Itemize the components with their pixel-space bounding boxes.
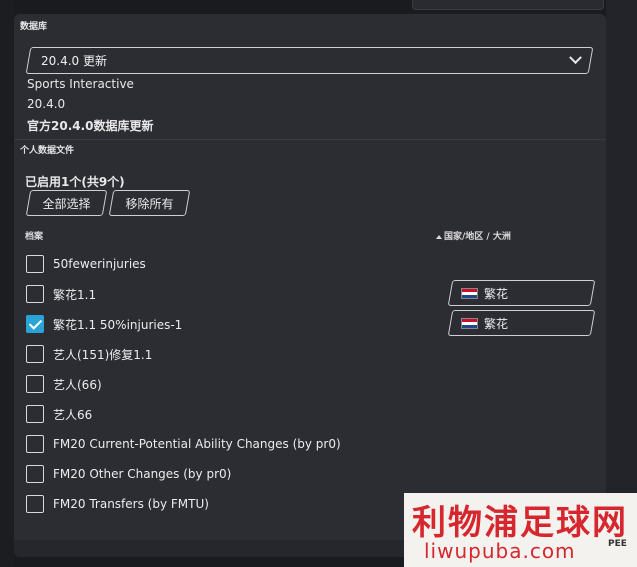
nation-label: 繁花 [484,286,509,301]
chevron-down-icon [569,51,582,65]
sort-up-icon [436,234,442,239]
file-row[interactable]: FM20 Transfers (by FMTU) [26,493,209,515]
watermark-cn-text: 利物浦足球网 [412,503,628,543]
file-label: FM20 Transfers (by FMTU) [53,497,209,511]
netherlands-flag-icon [461,287,478,299]
background-left [0,0,14,567]
column-header-region-label: 国家/地区 / 大洲 [444,232,511,242]
file-label: 繁花1.1 50%injuries-1 [53,317,183,332]
file-checkbox[interactable] [26,465,44,483]
file-checkbox[interactable] [26,405,44,423]
watermark-logo: 利物浦足球网 liwupuba.com PEE [404,493,637,567]
file-label: 艺人(151)修复1.1 [53,347,153,362]
nation-button[interactable]: 繁花 [447,310,596,336]
file-label: 艺人(66) [53,377,102,392]
column-header-region[interactable]: 国家/地区 / 大洲 [436,229,511,242]
database-version-dropdown[interactable]: 20.4.0 更新 [25,47,594,74]
file-row[interactable]: FM20 Other Changes (by pr0) [26,463,231,485]
file-row[interactable]: 繁花1.1 50%injuries-1 [26,313,182,335]
personal-files-section-title: 个人数据文件 [20,146,75,156]
file-row[interactable]: FM20 Current-Potential Ability Changes (… [26,433,341,455]
background-right [606,0,637,567]
enabled-summary: 已启用1个(共9个) [25,175,125,189]
file-label: 繁花1.1 [53,287,97,302]
database-section-title: 数据库 [20,22,48,32]
nation-button[interactable]: 繁花 [447,280,596,306]
watermark-side-text: PEE [608,539,627,549]
file-checkbox-checked[interactable] [26,315,44,333]
nation-label: 繁花 [484,316,509,331]
background-top-button [412,0,604,10]
remove-all-button[interactable]: 移除所有 [108,190,191,216]
file-checkbox[interactable] [26,435,44,453]
netherlands-flag-icon [461,317,478,329]
file-row[interactable]: 50fewerinjuries [26,253,146,275]
database-version-value: 20.4.0 更新 [41,54,107,68]
file-row[interactable]: 艺人(151)修复1.1 [26,343,152,365]
file-label: 50fewerinjuries [53,257,146,271]
database-publisher: Sports Interactive [27,77,134,91]
file-checkbox[interactable] [26,285,44,303]
section-divider [14,139,606,140]
file-row[interactable]: 艺人66 [26,403,92,425]
column-header-file[interactable]: 档案 [25,229,43,242]
file-checkbox[interactable] [26,255,44,273]
file-checkbox[interactable] [26,345,44,363]
file-row[interactable]: 艺人(66) [26,373,102,395]
database-description: 官方20.4.0数据库更新 [27,119,154,133]
file-checkbox[interactable] [26,375,44,393]
select-all-button[interactable]: 全部选择 [25,190,108,216]
watermark-en-text: liwupuba.com [424,539,576,563]
file-checkbox[interactable] [26,495,44,513]
database-version: 20.4.0 [27,97,66,111]
file-label: FM20 Current-Potential Ability Changes (… [53,437,341,451]
file-label: 艺人66 [53,407,93,422]
file-label: FM20 Other Changes (by pr0) [53,467,232,481]
database-panel: 数据库 20.4.0 更新 Sports Interactive 20.4.0 … [14,14,606,557]
file-row[interactable]: 繁花1.1 [26,283,96,305]
